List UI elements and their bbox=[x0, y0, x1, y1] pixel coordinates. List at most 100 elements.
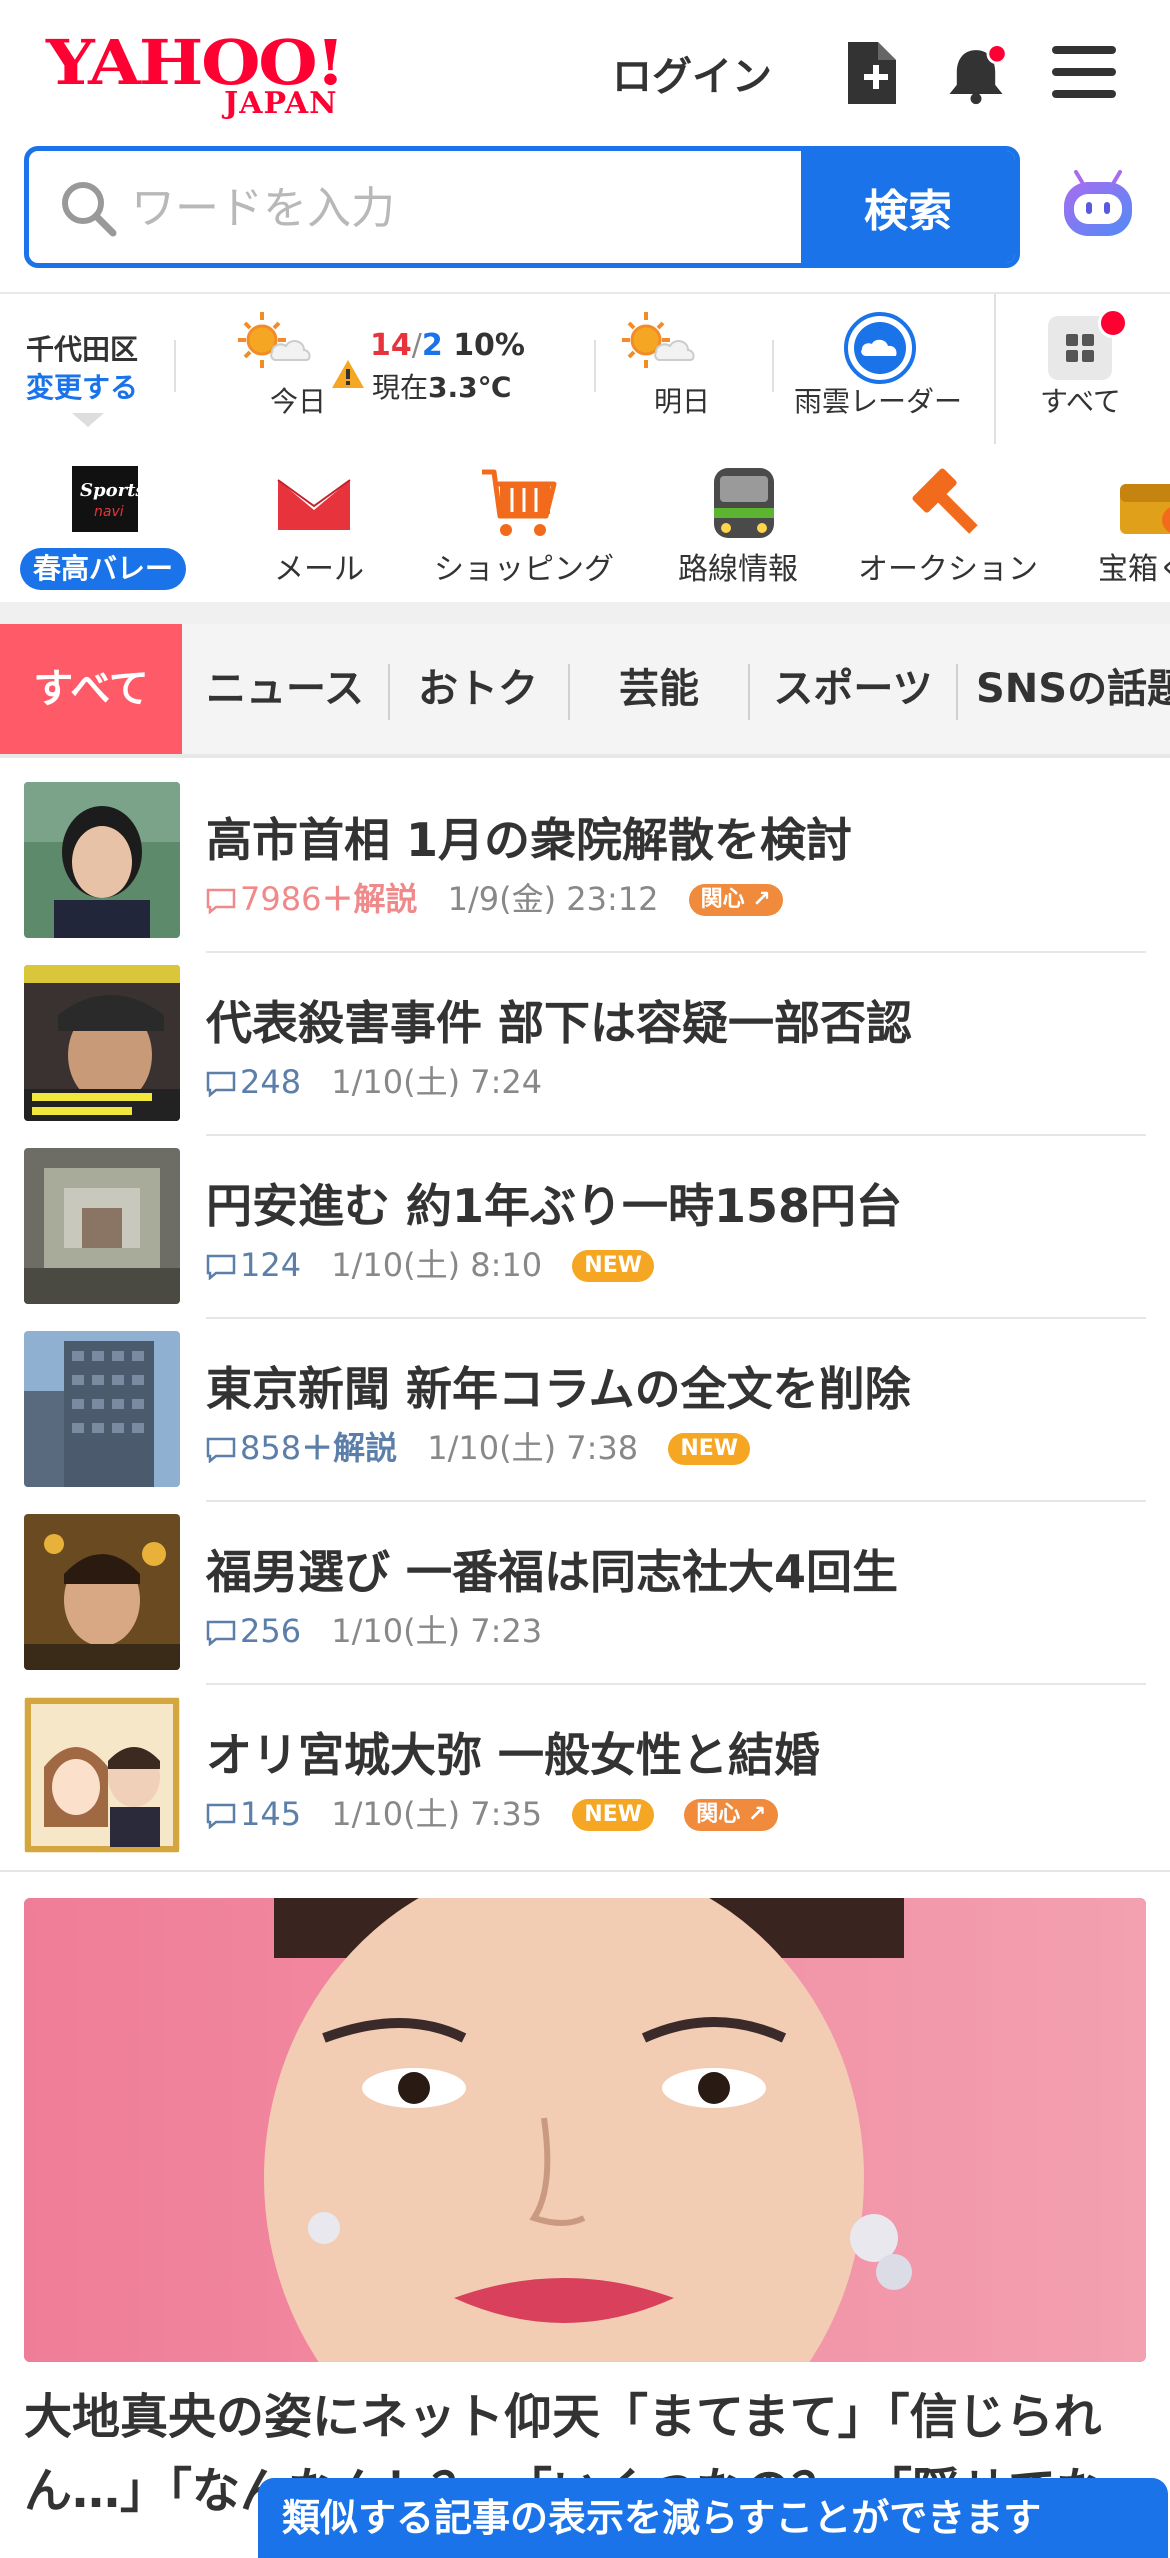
location-pointer bbox=[72, 413, 104, 427]
news-thumbnail bbox=[24, 782, 180, 938]
service-transit[interactable]: 路線情報 bbox=[668, 444, 818, 602]
comment-icon bbox=[206, 1254, 236, 1280]
tab-divider bbox=[956, 664, 958, 720]
rain-radar-icon[interactable] bbox=[842, 310, 918, 386]
news-meta: 7986＋解説 1/9(金) 23:12 関心 ↗ bbox=[206, 874, 783, 918]
news-meta: 145 1/10(土) 7:35 NEW 関心 ↗ bbox=[206, 1789, 779, 1833]
current-temperature: 現在3.3℃ bbox=[372, 366, 512, 406]
service-treasure[interactable]: 宝箱く bbox=[1094, 444, 1170, 602]
news-item[interactable]: オリ宮城大弥 一般女性と結婚 145 1/10(土) 7:35 NEW 関心 ↗ bbox=[0, 1685, 1170, 1868]
auction-hammer-icon bbox=[912, 468, 978, 534]
news-date: 1/10(土) 7:24 bbox=[331, 1063, 543, 1101]
tab-deals[interactable]: おトク bbox=[392, 624, 564, 754]
tab-divider bbox=[388, 664, 390, 720]
news-thumbnail bbox=[24, 1148, 180, 1304]
today-low-temp: 2 bbox=[421, 328, 443, 363]
today-temperature: 14/2 10% bbox=[370, 328, 525, 363]
news-title: 東京新聞 新年コラムの全文を削除 bbox=[206, 1362, 911, 1416]
comment-count: 124 bbox=[206, 1246, 301, 1284]
tab-all[interactable]: すべて bbox=[0, 624, 182, 754]
search-icon bbox=[62, 182, 117, 237]
news-item[interactable]: 高市首相 1月の衆院解散を検討 7986＋解説 1/9(金) 23:12 関心 … bbox=[0, 770, 1170, 953]
comment-icon bbox=[206, 888, 236, 914]
service-shortcuts: Sports navi 春高バレー メール ショッピング 路線情報 bbox=[0, 444, 1170, 602]
comment-count: 248 bbox=[206, 1063, 301, 1101]
news-date: 1/10(土) 8:10 bbox=[331, 1246, 543, 1284]
news-item[interactable]: 代表殺害事件 部下は容疑一部否認 248 1/10(土) 7:24 bbox=[0, 953, 1170, 1136]
service-label: 宝箱く bbox=[1098, 552, 1170, 587]
new-badge: NEW bbox=[668, 1433, 751, 1465]
service-sports[interactable]: Sports navi 春高バレー bbox=[0, 444, 206, 602]
divider bbox=[0, 1870, 1170, 1872]
treasure-box-icon bbox=[1120, 484, 1170, 534]
search-input[interactable] bbox=[129, 169, 813, 247]
current-label: 現在 bbox=[372, 371, 429, 404]
news-title: 代表殺害事件 部下は容疑一部否認 bbox=[206, 996, 913, 1050]
change-location-link[interactable]: 変更する bbox=[26, 366, 138, 406]
svg-text:Sports: Sports bbox=[80, 480, 138, 501]
comment-icon bbox=[206, 1620, 236, 1646]
service-label: ショッピング bbox=[434, 552, 614, 587]
train-icon bbox=[714, 468, 774, 538]
search-box: 検索 bbox=[24, 146, 1020, 268]
news-title: 高市首相 1月の衆院解散を検討 bbox=[206, 813, 853, 867]
tab-news[interactable]: ニュース bbox=[192, 624, 378, 754]
comment-count: 858 bbox=[206, 1429, 301, 1467]
comment-icon bbox=[206, 1071, 236, 1097]
news-item[interactable]: 福男選び 一番福は同志社大4回生 256 1/10(土) 7:23 bbox=[0, 1502, 1170, 1685]
today-high-temp: 14 bbox=[370, 328, 412, 363]
rain-radar-label[interactable]: 雨雲レーダー bbox=[794, 380, 962, 420]
tab-divider bbox=[748, 664, 750, 720]
yahoo-japan-logo[interactable]: YAHOO! JAPAN bbox=[46, 28, 366, 122]
feature-photo[interactable] bbox=[24, 1898, 1146, 2362]
service-auction[interactable]: オークション bbox=[856, 444, 1046, 602]
login-link[interactable]: ログイン bbox=[612, 44, 772, 102]
sunny-cloudy-icon bbox=[238, 312, 311, 368]
service-shopping[interactable]: ショッピング bbox=[428, 444, 628, 602]
all-services-label[interactable]: すべて bbox=[1040, 380, 1121, 420]
warning-icon[interactable] bbox=[330, 358, 366, 390]
news-thumbnail bbox=[24, 965, 180, 1121]
new-badge: NEW bbox=[572, 1250, 655, 1282]
comment-count: 7986 bbox=[206, 880, 321, 918]
tab-sns[interactable]: SNSの話題 bbox=[976, 624, 1170, 754]
feed-tabs: すべて ニュース おトク 芸能 スポーツ SNSの話題 bbox=[0, 624, 1170, 754]
notification-dot bbox=[1098, 308, 1128, 338]
news-item[interactable]: 東京新聞 新年コラムの全文を削除 858＋解説 1/10(土) 7:38 NEW bbox=[0, 1319, 1170, 1502]
service-mail[interactable]: メール bbox=[232, 444, 398, 602]
hamburger-menu-icon[interactable] bbox=[1052, 46, 1116, 102]
news-date: 1/10(土) 7:35 bbox=[331, 1795, 543, 1833]
news-title: 円安進む 約1年ぶり一時158円台 bbox=[206, 1179, 903, 1233]
comment-count: 145 bbox=[206, 1795, 301, 1833]
divider bbox=[772, 340, 774, 392]
feedback-toast[interactable]: 類似する記事の表示を減らすことができます bbox=[258, 2478, 1168, 2558]
service-label: 路線情報 bbox=[678, 552, 798, 587]
news-meta: 124 1/10(土) 8:10 NEW bbox=[206, 1240, 655, 1284]
rain-chance: 10% bbox=[453, 328, 525, 363]
sports-navi-icon: Sports navi bbox=[72, 466, 138, 532]
svg-text:navi: navi bbox=[94, 504, 124, 520]
news-thumbnail bbox=[24, 1514, 180, 1670]
tab-entertainment[interactable]: 芸能 bbox=[570, 624, 748, 754]
comment-count: 256 bbox=[206, 1612, 301, 1650]
news-date: 1/10(土) 7:38 bbox=[427, 1429, 639, 1467]
news-date: 1/9(金) 23:12 bbox=[447, 880, 659, 918]
search-button[interactable]: 検索 bbox=[801, 151, 1015, 263]
notification-bell-icon[interactable] bbox=[944, 38, 1008, 108]
news-thumbnail bbox=[24, 1697, 180, 1853]
ai-assistant-icon[interactable] bbox=[1058, 166, 1138, 246]
add-document-icon[interactable] bbox=[840, 38, 904, 108]
news-item[interactable]: 円安進む 約1年ぶり一時158円台 124 1/10(土) 8:10 NEW bbox=[0, 1136, 1170, 1319]
commentary-label: ＋解説 bbox=[301, 1429, 398, 1467]
mail-icon bbox=[277, 479, 351, 530]
today-label[interactable]: 今日 bbox=[270, 380, 326, 420]
news-title: オリ宮城大弥 一般女性と結婚 bbox=[206, 1728, 821, 1782]
tomorrow-label[interactable]: 明日 bbox=[654, 380, 710, 420]
weather-bar: 千代田区 変更する 14/2 10% 現在3.3℃ 今日 明日 雨雲レーダー す… bbox=[0, 292, 1170, 446]
tabs-underline bbox=[0, 754, 1170, 758]
search-row: 検索 bbox=[0, 146, 1170, 276]
current-temp-value: 3.3℃ bbox=[428, 371, 512, 404]
tab-sports[interactable]: スポーツ bbox=[760, 624, 946, 754]
news-meta: 248 1/10(土) 7:24 bbox=[206, 1057, 542, 1101]
location-name: 千代田区 bbox=[26, 333, 139, 366]
